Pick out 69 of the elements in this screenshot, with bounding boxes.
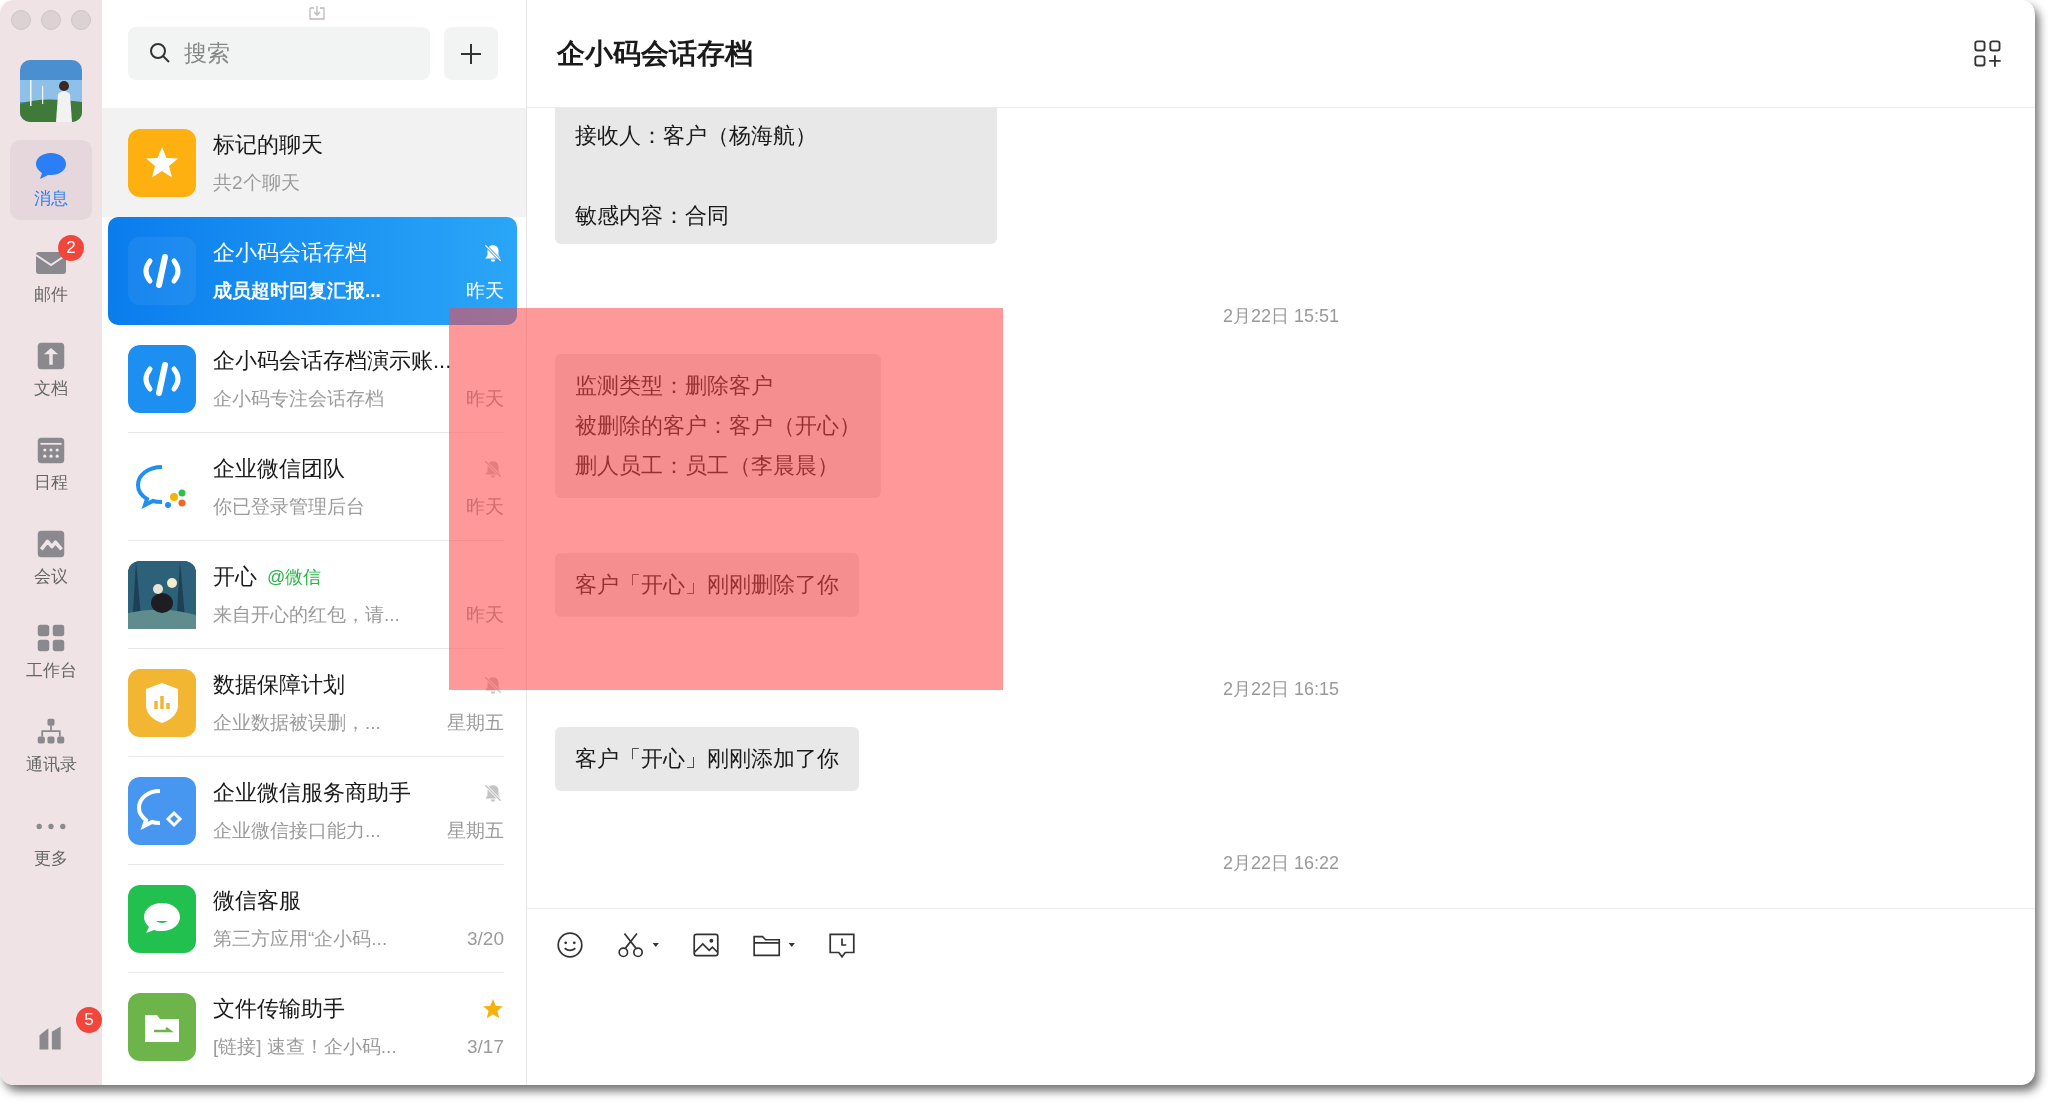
app-avatar-icon xyxy=(128,993,196,1061)
chat-title: 企小码会话存档 xyxy=(213,239,367,267)
message-line: 监测类型：删除客户 xyxy=(575,372,774,400)
chat-list-item[interactable]: 标记的聊天 共2个聊天 xyxy=(102,108,526,217)
message-line: 被删除的客户：客户（开心） xyxy=(575,412,861,440)
nav-item[interactable]: 更多 xyxy=(10,800,92,880)
chat-preview: 企业数据被误删，... xyxy=(213,710,381,735)
chat-list-item[interactable]: 企小码会话存档 成员超时回复汇报... 昨天 xyxy=(108,217,517,325)
chat-preview: 第三方应用“企小码... xyxy=(213,926,388,951)
source-tag: @微信 xyxy=(267,564,322,589)
conversation-title: 企小码会话存档 xyxy=(557,36,753,71)
chat-preview: 成员超时回复汇报... xyxy=(213,279,381,303)
add-button[interactable] xyxy=(444,27,498,80)
chat-time: 昨天 xyxy=(466,279,504,303)
chat-title: 标记的聊天 xyxy=(213,130,323,159)
timestamp: 2月22日 15:51 xyxy=(1222,305,1340,328)
chat-title: 企业微信团队 xyxy=(213,454,345,483)
search-icon xyxy=(148,41,172,65)
chat-time: 3/17 xyxy=(467,1036,504,1058)
screenshot-scissors-icon[interactable] xyxy=(615,930,661,960)
image-icon[interactable] xyxy=(691,930,721,960)
chat-preview: 企小码专注会话存档 xyxy=(213,386,384,411)
nav-item[interactable]: 文档 xyxy=(10,330,92,410)
chat-title: 企小码会话存档演示账... xyxy=(213,346,452,375)
nav-item[interactable]: 通讯录 xyxy=(10,706,92,786)
more-icon xyxy=(36,822,66,830)
timestamp: 2月22日 16:15 xyxy=(1222,678,1340,701)
app-avatar-icon xyxy=(128,776,196,845)
message-line: 客户「开心」刚刚添加了你 xyxy=(575,745,839,773)
nav-item[interactable]: 工作台 xyxy=(10,612,92,692)
message-line: 敏感内容：合同 xyxy=(575,202,730,230)
chat-time: 星期五 xyxy=(447,818,504,843)
chat-list-item[interactable]: 企业微信服务商助手 企业微信接口能力... 星期五 xyxy=(108,757,517,865)
chat-preview: 企业微信接口能力... xyxy=(213,818,381,843)
timestamp: 2月22日 16:22 xyxy=(1222,852,1340,875)
chat-time: 3/20 xyxy=(467,927,504,950)
nav-item[interactable]: 2 邮件 xyxy=(10,236,92,316)
app-avatar-icon xyxy=(128,128,196,197)
chat-list-item[interactable]: 微信客服 第三方应用“企小码... 3/20 xyxy=(108,865,517,973)
search-field[interactable]: 搜索 xyxy=(128,27,430,80)
nav-item[interactable]: 日程 xyxy=(10,424,92,504)
chat-preview: 来自开心的红包，请... xyxy=(213,602,400,627)
chat-preview: 你已登录管理后台 xyxy=(213,494,365,519)
chat-title: 企业微信服务商助手 xyxy=(213,778,411,807)
app-avatar-icon xyxy=(128,668,196,737)
chat-history-icon[interactable] xyxy=(827,930,857,960)
app-avatar-icon xyxy=(128,344,196,413)
app-avatar-icon xyxy=(128,237,196,305)
chat-title: 文件传输助手 xyxy=(213,995,345,1023)
chat-title: 开心 xyxy=(213,562,257,591)
nav-item[interactable]: 消息 xyxy=(10,140,92,220)
chat-bubble-icon xyxy=(34,150,68,181)
message-line: 接收人：客户（杨海航） xyxy=(575,122,817,150)
chat-title: 数据保障计划 xyxy=(213,670,345,699)
nav-item[interactable]: 会议 xyxy=(10,518,92,598)
chat-list-item[interactable]: 数据保障计划 企业数据被误删，... 星期五 xyxy=(108,649,517,757)
message-line: 客户「开心」刚刚删除了你 xyxy=(575,571,839,599)
emoji-icon[interactable] xyxy=(555,930,585,960)
chat-title: 微信客服 xyxy=(213,886,301,915)
message-line: 删人员工：员工（李晨晨） xyxy=(575,452,840,480)
chat-list-item[interactable]: 文件传输助手 [链接] 速查！企小码... 3/17 xyxy=(108,973,517,1081)
chat-preview: [链接] 速查！企小码... xyxy=(213,1035,397,1059)
chat-preview: 共2个聊天 xyxy=(213,170,300,195)
grid-plus-icon[interactable] xyxy=(1973,38,2003,69)
plus-icon xyxy=(459,41,483,66)
unread-badge: 2 xyxy=(58,234,84,261)
unread-badge: 5 xyxy=(76,1007,102,1033)
chat-time: 星期五 xyxy=(447,710,504,735)
app-avatar-icon xyxy=(128,884,196,953)
